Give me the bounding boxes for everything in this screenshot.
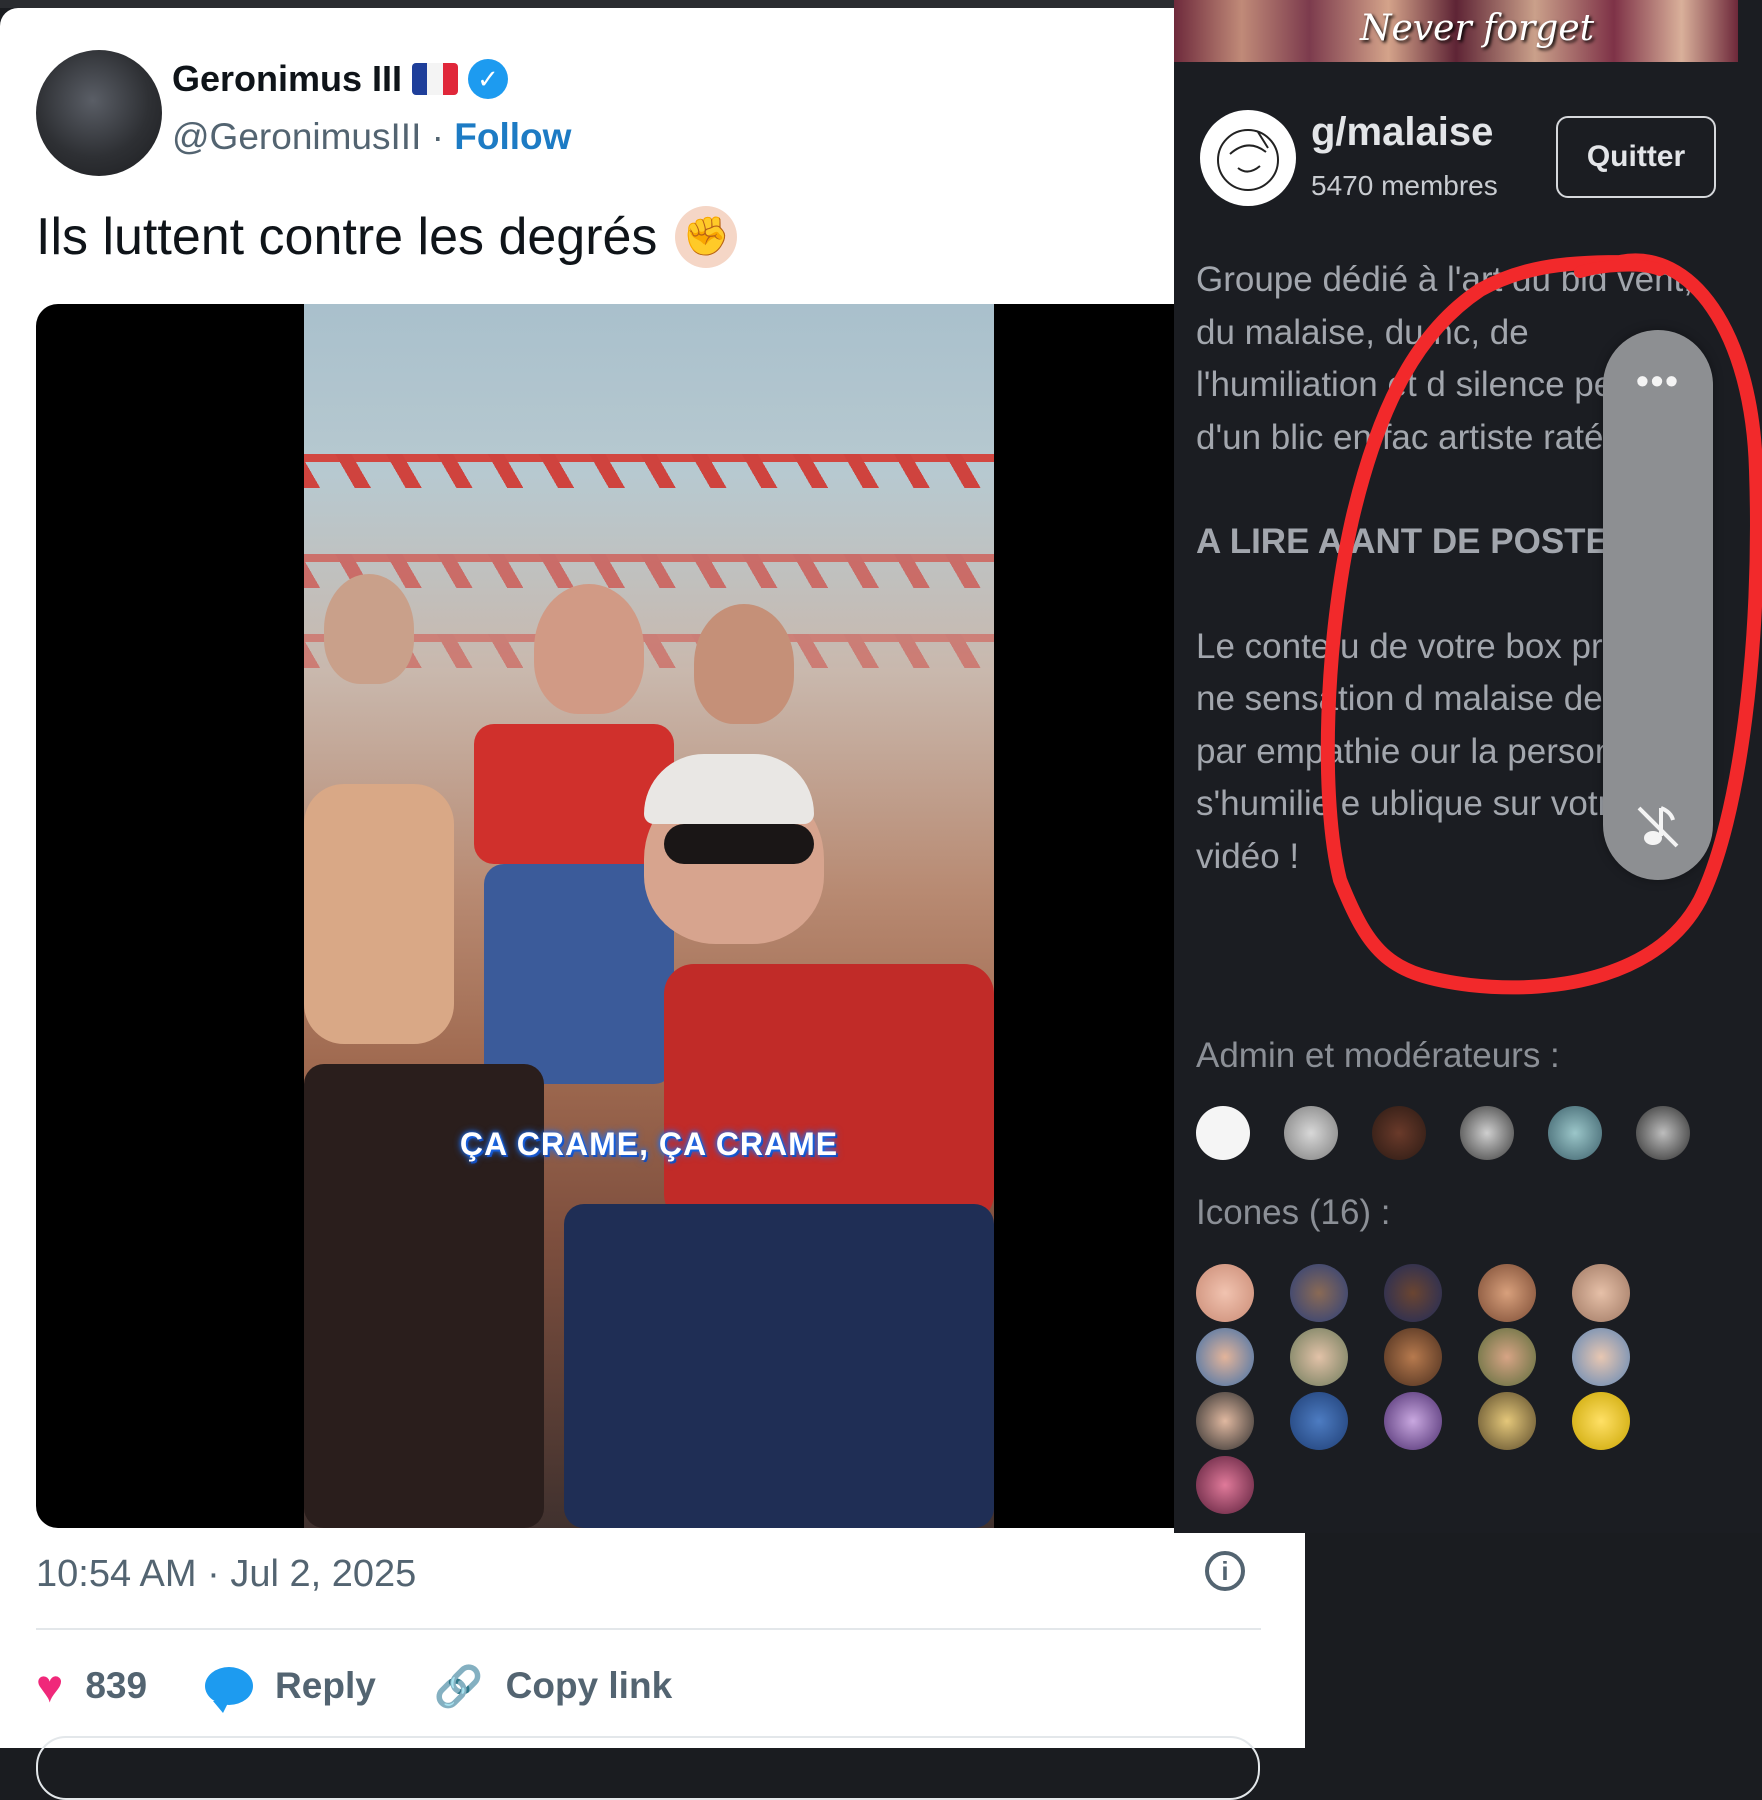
author-name[interactable]: Geronimus III	[172, 58, 402, 100]
group-banner: Never forget	[1174, 0, 1738, 62]
more-options-icon[interactable]: •••	[1603, 360, 1713, 402]
admin-list	[1196, 1106, 1690, 1160]
read-replies-button[interactable]	[36, 1736, 1260, 1800]
facepalm-icon	[1217, 129, 1279, 191]
floating-control[interactable]: •••	[1603, 330, 1713, 880]
tweet-text-row: Ils luttent contre les degrés ✊	[36, 206, 738, 268]
coaster-track	[304, 454, 994, 488]
video-caption: ÇA CRAME, ÇA CRAME	[459, 1126, 839, 1162]
person	[664, 824, 814, 864]
admin-avatar[interactable]	[1196, 1106, 1250, 1160]
banner-text: Never forget	[1360, 8, 1595, 49]
person	[644, 754, 814, 824]
icon-avatar[interactable]	[1290, 1264, 1348, 1322]
quit-button[interactable]: Quitter	[1556, 116, 1716, 198]
author-avatar[interactable]	[36, 50, 162, 176]
icon-avatar[interactable]	[1572, 1392, 1630, 1450]
tweet-timestamp[interactable]: 10:54 AM · Jul 2, 2025	[36, 1553, 416, 1596]
raised-fist-emoji: ✊	[675, 206, 738, 268]
copy-link-button[interactable]: 🔗 Copy link	[434, 1663, 672, 1710]
group-name[interactable]: g/malaise	[1311, 110, 1493, 155]
link-icon: 🔗	[433, 1664, 484, 1709]
reply-button[interactable]: Reply	[205, 1665, 376, 1713]
admin-avatar[interactable]	[1548, 1106, 1602, 1160]
author-handle[interactable]: @GeronimusIII	[172, 116, 421, 157]
tweet-text: Ils luttent contre les degrés	[36, 208, 658, 266]
video-frame[interactable]: ÇA CRAME, ÇA CRAME	[304, 304, 994, 1528]
heart-icon: ♥	[36, 1660, 64, 1712]
icon-avatar[interactable]	[1384, 1328, 1442, 1386]
tweet-actions: ♥ 839 Reply 🔗 Copy link	[36, 1658, 730, 1714]
video-player[interactable]: ÇA CRAME, ÇA CRAME	[36, 304, 1305, 1528]
admin-avatar[interactable]	[1636, 1106, 1690, 1160]
separator: ·	[431, 116, 444, 157]
handle-row: @GeronimusIII · Follow	[172, 116, 571, 158]
person	[664, 964, 994, 1224]
admins-label: Admin et modérateurs :	[1196, 1036, 1560, 1075]
person	[564, 1204, 994, 1528]
group-members: 5470 membres	[1311, 170, 1498, 201]
icon-avatar[interactable]	[1478, 1264, 1536, 1322]
speech-bubble-icon	[205, 1667, 254, 1713]
verified-badge-icon: ✓	[468, 59, 509, 99]
icon-avatar[interactable]	[1384, 1392, 1442, 1450]
admin-avatar[interactable]	[1460, 1106, 1514, 1160]
icon-avatar[interactable]	[1290, 1392, 1348, 1450]
author-name-row: Geronimus III ✓	[172, 58, 509, 100]
music-off-icon[interactable]	[1631, 800, 1685, 854]
icon-avatar[interactable]	[1196, 1456, 1254, 1514]
person	[534, 584, 644, 714]
reply-label: Reply	[275, 1665, 376, 1706]
icon-avatar[interactable]	[1572, 1328, 1630, 1386]
person	[484, 864, 674, 1084]
follow-button[interactable]: Follow	[454, 116, 571, 157]
copy-link-label: Copy link	[505, 1665, 673, 1706]
icon-avatar[interactable]	[1478, 1328, 1536, 1386]
person	[324, 574, 414, 684]
coaster-track	[304, 554, 994, 588]
icon-avatar[interactable]	[1478, 1392, 1536, 1450]
tweet-card: Geronimus III ✓ @GeronimusIII · Follow I…	[0, 8, 1305, 1800]
hand	[304, 784, 454, 1044]
icons-label: Icones (16) :	[1196, 1193, 1391, 1232]
icon-avatar[interactable]	[1196, 1392, 1254, 1450]
france-flag-icon	[412, 63, 459, 95]
icon-avatar[interactable]	[1290, 1328, 1348, 1386]
info-icon[interactable]: i	[1205, 1551, 1245, 1591]
like-button[interactable]: ♥ 839	[36, 1659, 147, 1713]
icon-avatar[interactable]	[1196, 1328, 1254, 1386]
divider	[36, 1628, 1261, 1630]
person	[694, 604, 794, 724]
person	[474, 724, 674, 864]
icon-avatar[interactable]	[1196, 1264, 1254, 1322]
icon-avatar[interactable]	[1572, 1264, 1630, 1322]
admin-avatar[interactable]	[1284, 1106, 1338, 1160]
group-avatar[interactable]	[1200, 110, 1296, 206]
admin-avatar[interactable]	[1372, 1106, 1426, 1160]
icons-grid	[1196, 1264, 1630, 1514]
like-count: 839	[85, 1665, 148, 1706]
icon-avatar[interactable]	[1384, 1264, 1442, 1322]
